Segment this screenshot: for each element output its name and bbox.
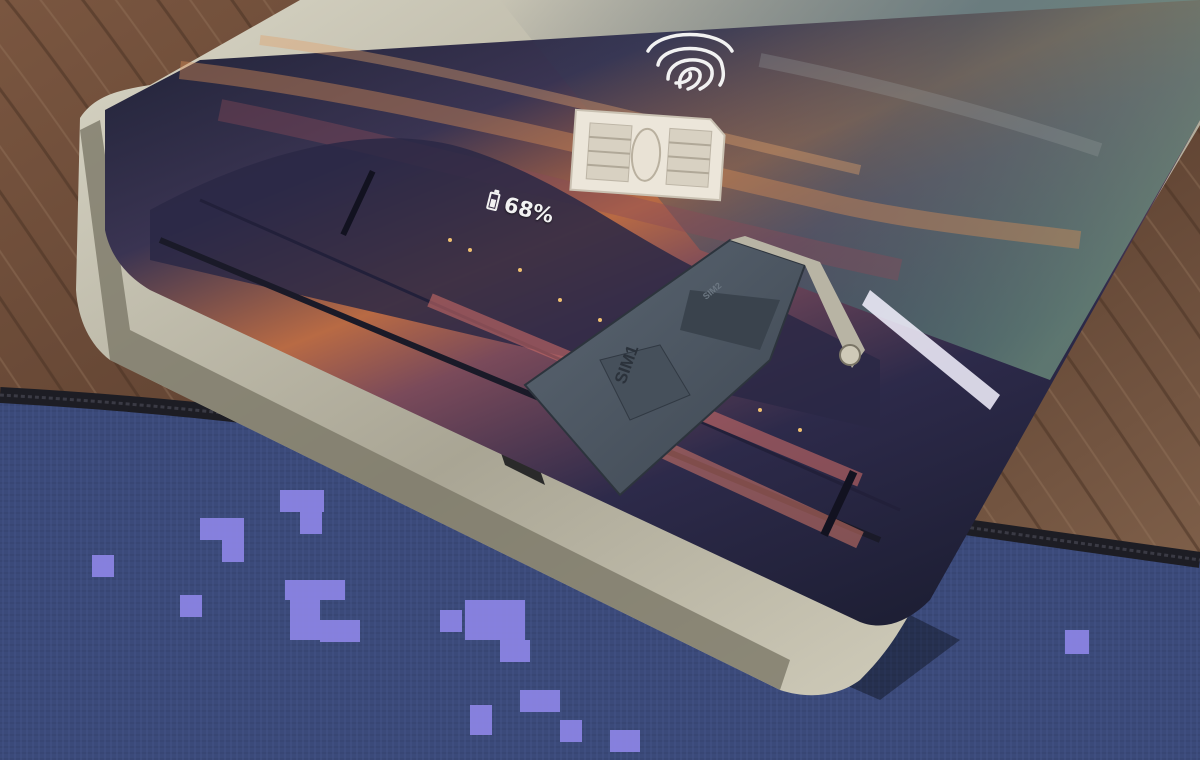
sim-card: [569, 108, 726, 202]
sim-tray-pin: [839, 344, 861, 366]
photo-scene: SIM1 SIM2: [0, 0, 1200, 760]
